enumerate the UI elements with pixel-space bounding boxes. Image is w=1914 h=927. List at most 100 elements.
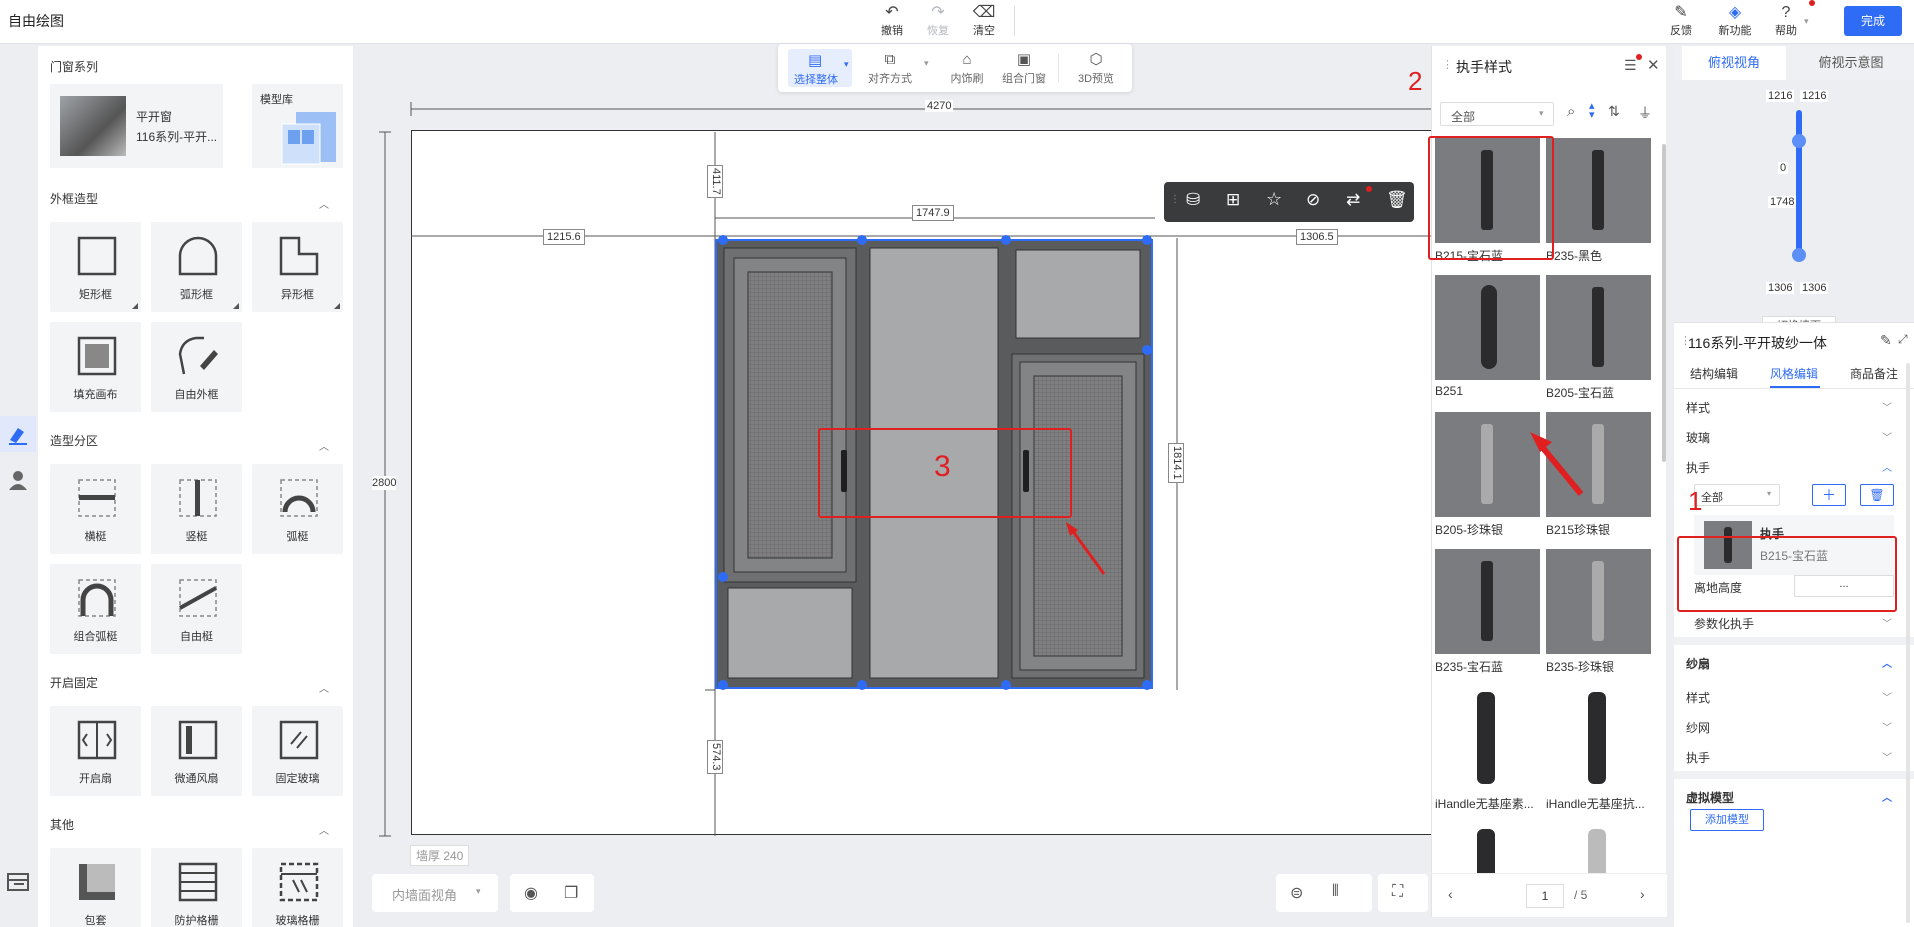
selection-handle[interactable]: [718, 235, 728, 245]
tile-fill-canvas[interactable]: 填充画布: [50, 322, 141, 412]
draw-tool-tab[interactable]: [0, 416, 36, 452]
sort-arrows-icon[interactable]: ▴ ▾: [1589, 101, 1595, 121]
tab-top-view[interactable]: 俯视视角: [1682, 46, 1786, 80]
expand-icon[interactable]: ⤢: [1898, 332, 1908, 347]
handle-card[interactable]: iHandle无基座抗...: [1546, 686, 1651, 812]
drag-handle-icon[interactable]: ⋮: [1170, 194, 1180, 205]
row-handle[interactable]: 执手 ︿: [1686, 459, 1898, 476]
tile-free-frame[interactable]: 自由外框: [151, 322, 242, 412]
tab-structure[interactable]: 结构编辑: [1690, 365, 1738, 382]
row-screen-style[interactable]: 样式 ﹀: [1686, 689, 1898, 706]
handle-filter-select[interactable]: 全部 ▾: [1440, 102, 1554, 126]
row-screen-handle[interactable]: 执手 ﹀: [1686, 749, 1898, 766]
toggle-icon[interactable]: ⊜: [1290, 883, 1303, 903]
page-input[interactable]: 1: [1526, 884, 1564, 908]
row-style[interactable]: 样式 ﹀: [1686, 399, 1898, 416]
wall-slider-knob[interactable]: [1792, 134, 1806, 148]
handle-card[interactable]: iHandle无基座素...: [1435, 686, 1540, 812]
dim-left-gap[interactable]: 1215.6: [543, 229, 585, 245]
layers-toggle-icon[interactable]: ❐: [564, 883, 578, 903]
selection-handle[interactable]: [718, 572, 728, 582]
tile-glass-grid[interactable]: 玻璃格栅: [252, 848, 343, 927]
hide-icon[interactable]: ⊘: [1306, 190, 1320, 210]
prev-page-icon[interactable]: ‹: [1448, 886, 1453, 902]
select-all-button[interactable]: ▤ 选择整体 ▾: [788, 49, 852, 87]
decor-brush-button[interactable]: ⌂ 内饰刷: [939, 50, 995, 86]
dim-bottom-gap[interactable]: 574.3: [707, 740, 723, 774]
selection-handle[interactable]: [1001, 235, 1011, 245]
row-virtual-model[interactable]: 虚拟模型 ︿: [1686, 789, 1898, 806]
user-tab[interactable]: [0, 462, 36, 498]
tile-opening-sash[interactable]: 开启扇: [50, 706, 141, 796]
feedback-button[interactable]: ✎ 反馈: [1659, 2, 1703, 38]
wall-slider-track[interactable]: [1796, 110, 1802, 260]
model-library-card[interactable]: 模型库: [252, 84, 343, 168]
tile-vertical-mullion[interactable]: 竖梃: [151, 464, 242, 554]
selection-handle[interactable]: [857, 680, 867, 690]
layers-tab[interactable]: [4, 868, 32, 896]
wall-slider-knob[interactable]: [1792, 248, 1806, 262]
help-button[interactable]: ? 帮助: [1764, 2, 1808, 38]
tile-cover[interactable]: 包套: [50, 848, 141, 927]
properties-scrollbar[interactable]: [1906, 363, 1910, 923]
tile-free-mullion[interactable]: 自由梃: [151, 564, 242, 654]
list-menu-icon[interactable]: ☰: [1624, 57, 1637, 74]
star-icon[interactable]: ☆: [1266, 189, 1282, 210]
tile-horizontal-mullion[interactable]: 横梃: [50, 464, 141, 554]
tile-fixed-glass[interactable]: 固定玻璃: [252, 706, 343, 796]
edit-icon[interactable]: ✎: [1880, 332, 1892, 349]
selection-handle[interactable]: [1142, 680, 1152, 690]
align-button[interactable]: ⧉ 对齐方式: [862, 50, 918, 86]
combine-button[interactable]: ▣ 组合门窗: [996, 50, 1052, 86]
align-dropdown-icon[interactable]: ▾: [924, 58, 929, 69]
tile-arc-frame[interactable]: 弧形框: [151, 222, 242, 312]
sort-icon[interactable]: ⇅: [1608, 103, 1620, 120]
tile-special-frame[interactable]: 异形框: [252, 222, 343, 312]
tab-top-diagram[interactable]: 俯视示意图: [1796, 46, 1906, 80]
row-glass[interactable]: 玻璃 ﹀: [1686, 429, 1898, 446]
filter-icon[interactable]: ⏚: [1638, 103, 1652, 123]
help-dropdown-icon[interactable]: ▾: [1804, 16, 1809, 27]
material-icon[interactable]: ⛁: [1186, 190, 1200, 210]
collapse-frame-icon[interactable]: ︿: [319, 196, 329, 211]
add-handle-button[interactable]: ＋: [1812, 484, 1846, 506]
tab-style[interactable]: 风格编辑: [1770, 365, 1818, 382]
top-view-area[interactable]: 1216 1216 0 1748 1306 1306 切换墙面 ⟋: [1674, 80, 1914, 350]
row-screen-sash[interactable]: 纱扇 ︿: [1686, 655, 1898, 672]
preview-3d-button[interactable]: ⬡ 3D预览: [1068, 50, 1124, 86]
add-model-button[interactable]: 添加模型: [1690, 809, 1764, 831]
fit-view-button[interactable]: ⛶: [1378, 874, 1428, 912]
tab-note[interactable]: 商品备注: [1850, 365, 1898, 382]
replace-icon[interactable]: ⇄: [1346, 190, 1360, 210]
handle-filter[interactable]: 全部 ▾: [1694, 484, 1780, 506]
eye-icon[interactable]: ◉: [524, 883, 538, 903]
view-select[interactable]: 内墙面视角 ▾: [372, 874, 498, 912]
delete-icon[interactable]: 🗑: [1386, 190, 1408, 210]
tile-combo-arc-mullion[interactable]: 组合弧梃: [50, 564, 141, 654]
selection-handle[interactable]: [1001, 680, 1011, 690]
undo-button[interactable]: ↶ 撤销: [870, 2, 914, 38]
done-button[interactable]: 完成: [1844, 6, 1902, 36]
search-icon[interactable]: ⌕: [1567, 103, 1575, 120]
collapse-opening-icon[interactable]: ︿: [319, 680, 329, 695]
tile-guard-grid[interactable]: 防护格栅: [151, 848, 242, 927]
selection-handle[interactable]: [718, 680, 728, 690]
tile-arc-mullion[interactable]: 弧梃: [252, 464, 343, 554]
drag-handle-icon[interactable]: ⋮: [1442, 58, 1453, 71]
tile-vent-sash[interactable]: 微通风扇: [151, 706, 242, 796]
collapse-other-icon[interactable]: ︿: [319, 822, 329, 837]
clear-button[interactable]: ⌫ 清空: [962, 2, 1006, 38]
tile-rect-frame[interactable]: 矩形框: [50, 222, 141, 312]
series-card[interactable]: 平开窗 116系列-平开...: [50, 84, 223, 168]
close-icon[interactable]: ✕: [1647, 56, 1660, 74]
dim-window-width[interactable]: 1747.9: [912, 205, 954, 221]
split-icon[interactable]: ⫴: [1332, 883, 1339, 901]
dim-top-gap[interactable]: 411.7: [707, 165, 723, 198]
scrollbar[interactable]: [1662, 144, 1666, 462]
new-features-button[interactable]: ◈ 新功能: [1710, 2, 1760, 38]
collapse-partition-icon[interactable]: ︿: [319, 438, 329, 453]
row-screen-mesh[interactable]: 纱网 ﹀: [1686, 719, 1898, 736]
redo-button[interactable]: ↷ 恢复: [916, 2, 960, 38]
selection-handle[interactable]: [857, 235, 867, 245]
row-param-handle[interactable]: 参数化执手 ﹀: [1694, 615, 1898, 632]
